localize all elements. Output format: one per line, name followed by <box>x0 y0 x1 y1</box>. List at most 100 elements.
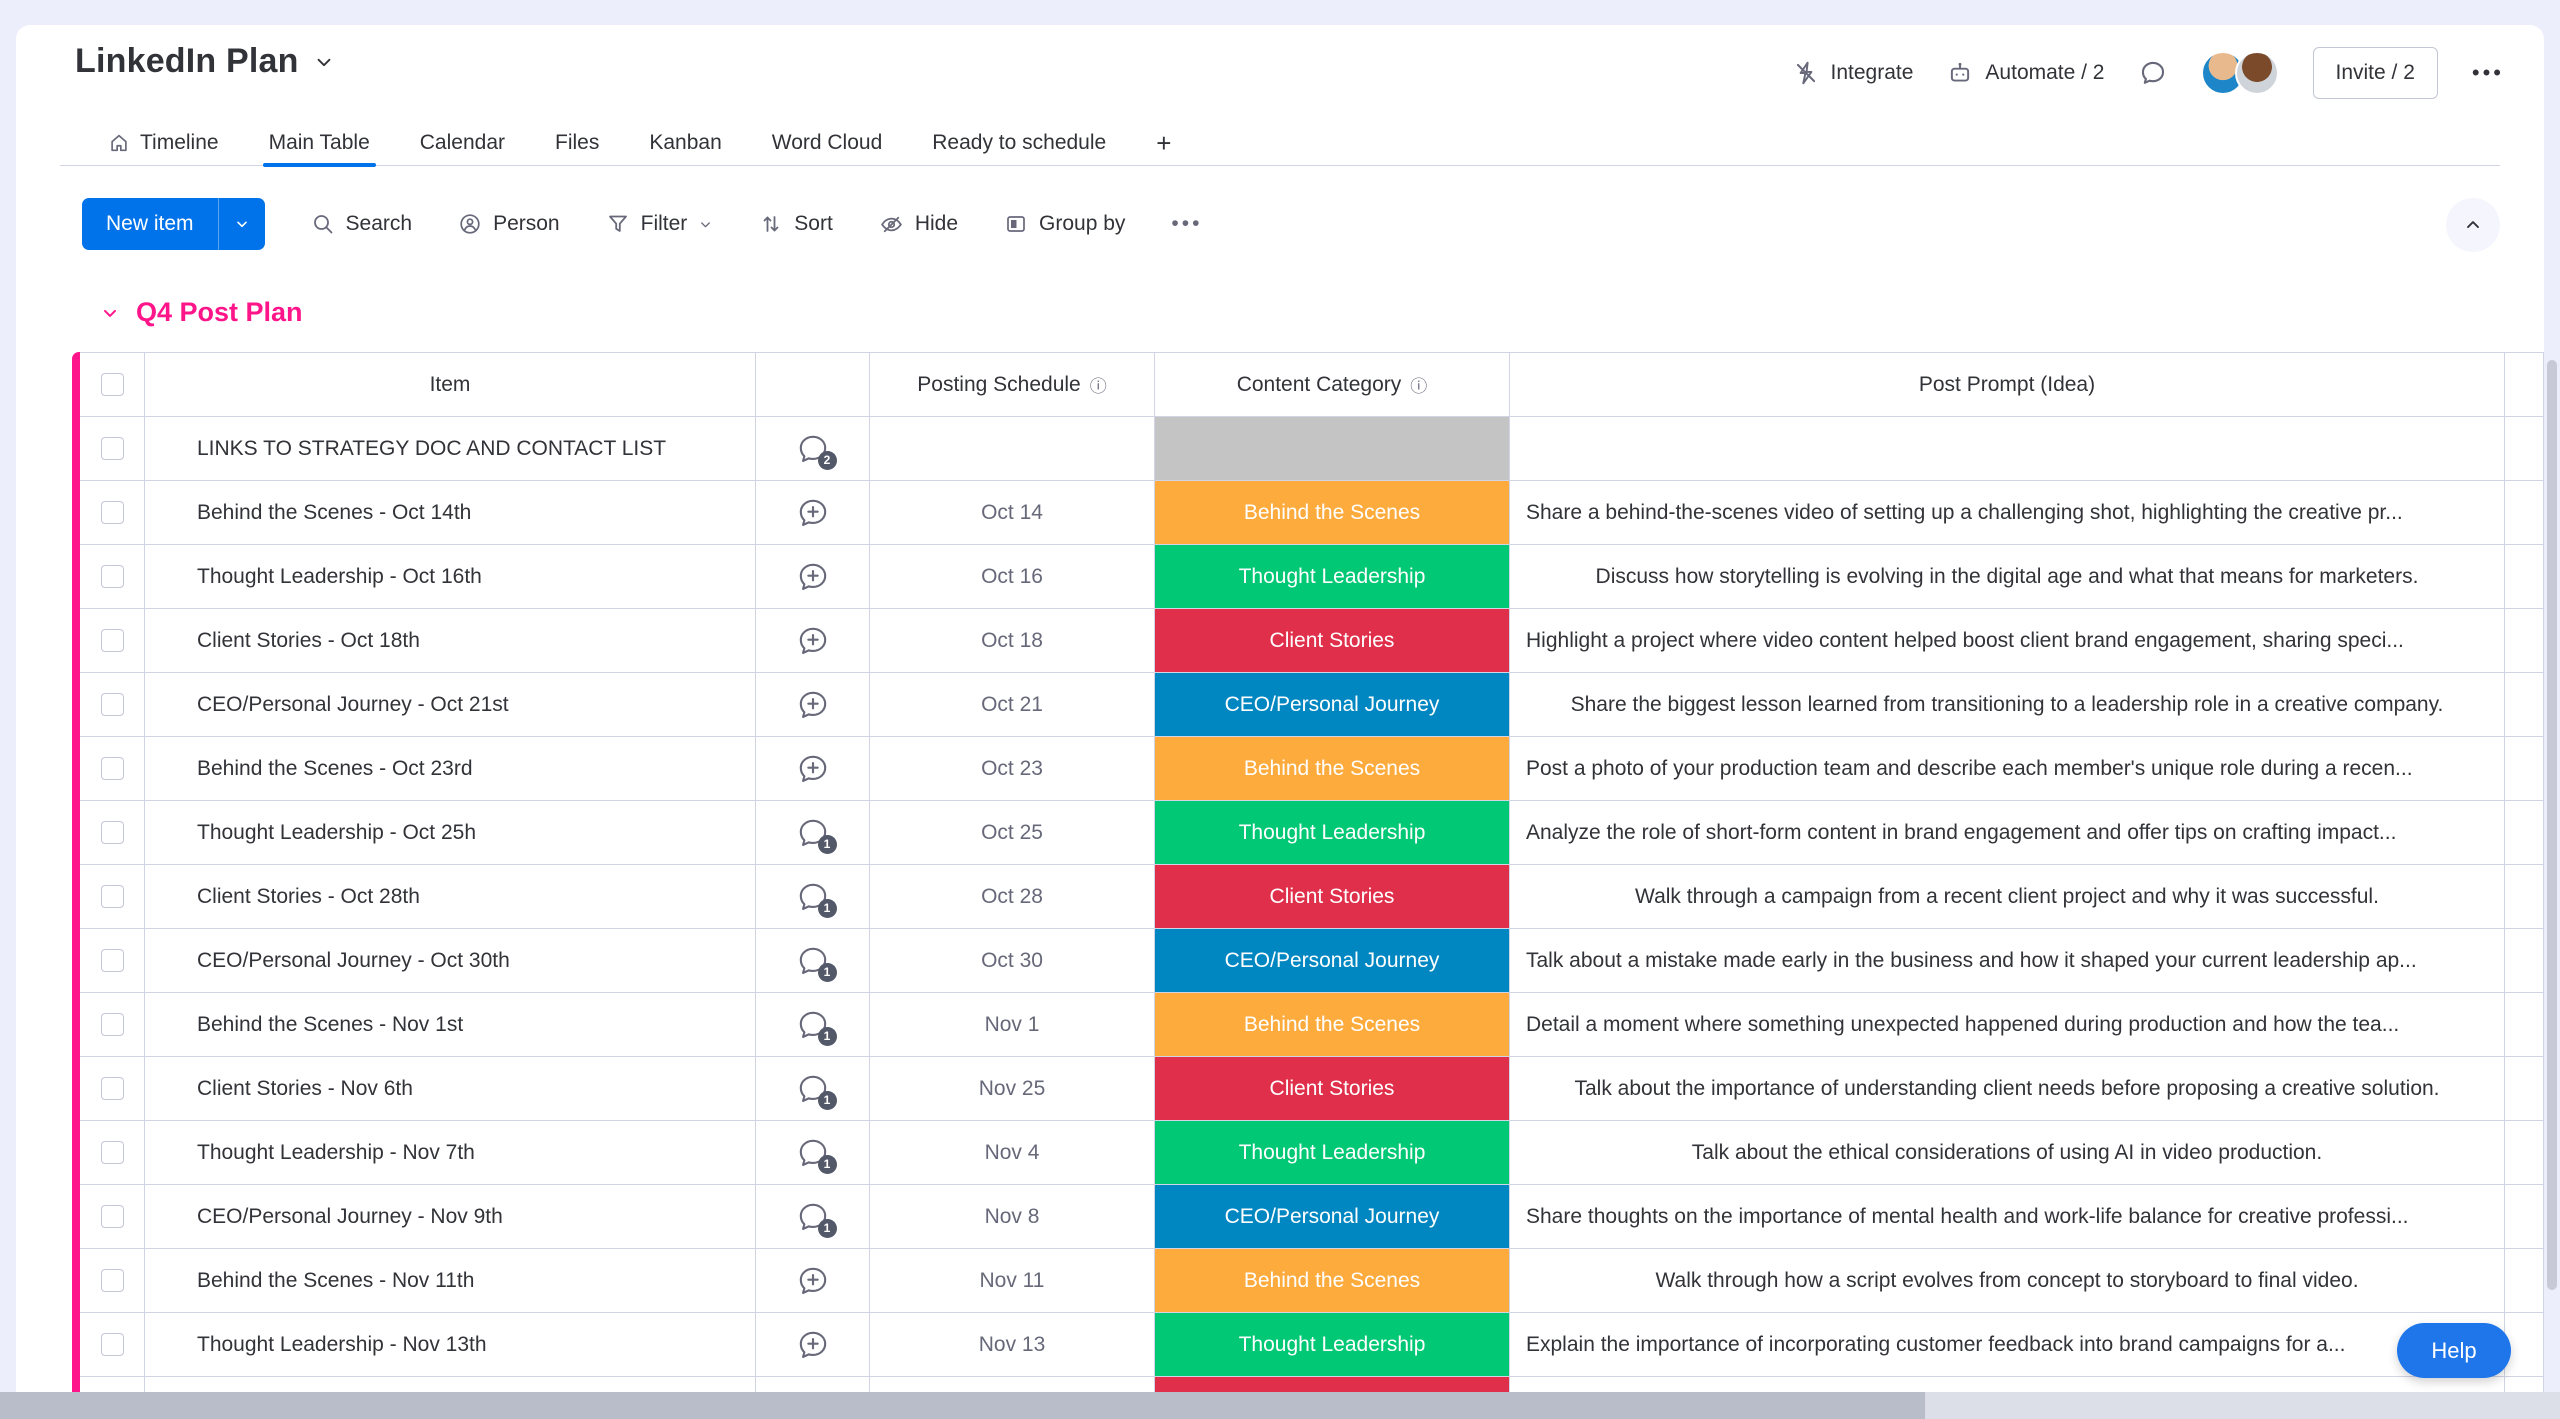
row-checkbox-cell[interactable] <box>80 545 145 608</box>
add-conversation-icon[interactable] <box>796 560 830 594</box>
post-prompt-cell[interactable]: Talk about the ethical considerations of… <box>1510 1121 2505 1184</box>
table-row[interactable]: Thought Leadership - Oct 16thOct 16Thoug… <box>80 545 2544 609</box>
post-prompt-cell[interactable]: Post a photo of your production team and… <box>1510 737 2505 800</box>
conversation-cell[interactable] <box>756 609 870 672</box>
tab-timeline[interactable]: Timeline <box>108 121 219 165</box>
table-row[interactable]: Client Stories - Nov 15thNov 6Client Sto… <box>80 1377 2544 1392</box>
add-conversation-icon[interactable] <box>796 752 830 786</box>
board-title-chevron-icon[interactable] <box>313 51 335 73</box>
conversation-cell[interactable]: 1 <box>756 1057 870 1120</box>
item-name-cell[interactable]: Client Stories - Nov 6th <box>145 1057 756 1120</box>
table-row[interactable]: Behind the Scenes - Nov 11th Nov 11Behind… <box>80 1249 2544 1313</box>
add-conversation-icon[interactable] <box>796 1328 830 1362</box>
new-item-dropdown-chevron-icon[interactable] <box>219 198 265 250</box>
row-checkbox-cell[interactable] <box>80 801 145 864</box>
row-checkbox[interactable] <box>101 1333 124 1356</box>
row-checkbox-cell[interactable] <box>80 417 145 480</box>
posting-schedule-cell[interactable]: Nov 11 <box>870 1249 1155 1312</box>
posting-schedule-cell[interactable]: Nov 8 <box>870 1185 1155 1248</box>
conversation-icon[interactable]: 1 <box>796 1136 830 1170</box>
conversation-cell[interactable]: 1 <box>756 865 870 928</box>
post-prompt-cell[interactable] <box>1510 417 2505 480</box>
content-category-cell[interactable]: Behind the Scenes <box>1155 993 1510 1056</box>
vertical-scrollbar-thumb[interactable] <box>2547 360 2557 1290</box>
posting-schedule-cell[interactable]: Oct 30 <box>870 929 1155 992</box>
row-checkbox[interactable] <box>101 885 124 908</box>
posting-schedule-cell[interactable]: Nov 13 <box>870 1313 1155 1376</box>
item-name-cell[interactable]: Client Stories - Oct 28th <box>145 865 756 928</box>
horizontal-scrollbar-track[interactable] <box>0 1392 2560 1419</box>
row-checkbox-cell[interactable] <box>80 1057 145 1120</box>
posting-schedule-cell[interactable]: Oct 28 <box>870 865 1155 928</box>
board-more-menu[interactable]: ••• <box>2472 60 2504 86</box>
row-checkbox-cell[interactable] <box>80 1249 145 1312</box>
content-category-cell[interactable]: Behind the Scenes <box>1155 1249 1510 1312</box>
row-checkbox[interactable] <box>101 1205 124 1228</box>
filter-chevron-icon[interactable] <box>698 217 713 232</box>
group-by-button[interactable]: Group by <box>1004 212 1125 236</box>
group-collapse-chevron-icon[interactable] <box>100 303 120 323</box>
select-all-checkbox-cell[interactable] <box>80 353 145 416</box>
content-category-cell[interactable]: Thought Leadership <box>1155 545 1510 608</box>
posting-schedule-cell[interactable]: Oct 23 <box>870 737 1155 800</box>
row-checkbox-cell[interactable] <box>80 1313 145 1376</box>
row-checkbox[interactable] <box>101 821 124 844</box>
post-prompt-cell[interactable]: Highlight a project where video content … <box>1510 609 2505 672</box>
row-checkbox[interactable] <box>101 1077 124 1100</box>
row-checkbox-cell[interactable] <box>80 993 145 1056</box>
conversation-cell[interactable] <box>756 673 870 736</box>
item-name-cell[interactable]: CEO/Personal Journey - Oct 21st <box>145 673 756 736</box>
conversation-cell[interactable] <box>756 481 870 544</box>
content-category-cell[interactable]: Thought Leadership <box>1155 1313 1510 1376</box>
conversation-icon[interactable]: 2 <box>796 432 830 466</box>
post-prompt-cell[interactable]: Detail a moment where something unexpect… <box>1510 993 2505 1056</box>
conversation-icon[interactable]: 1 <box>796 1200 830 1234</box>
board-members[interactable] <box>2201 51 2279 95</box>
person-filter-button[interactable]: Person <box>458 212 560 236</box>
table-row[interactable]: CEO/Personal Journey - Nov 9th1Nov 8CEO/… <box>80 1185 2544 1249</box>
post-prompt-cell[interactable]: Discuss how storytelling is evolving in … <box>1510 545 2505 608</box>
post-prompt-cell[interactable]: Share lessons learned from a project tha… <box>1510 1377 2505 1392</box>
posting-schedule-cell[interactable]: Nov 1 <box>870 993 1155 1056</box>
post-prompt-column-header[interactable]: Post Prompt (Idea) <box>1510 353 2505 416</box>
conversation-cell[interactable]: 1 <box>756 993 870 1056</box>
posting-schedule-cell[interactable]: Oct 21 <box>870 673 1155 736</box>
item-name-cell[interactable]: Behind the Scenes - Oct 14th <box>145 481 756 544</box>
posting-schedule-cell[interactable]: Nov 6 <box>870 1377 1155 1392</box>
post-prompt-cell[interactable]: Explain the importance of incorporating … <box>1510 1313 2505 1376</box>
row-checkbox[interactable] <box>101 437 124 460</box>
row-checkbox-cell[interactable] <box>80 1377 145 1392</box>
table-row[interactable]: Client Stories - Nov 6th1Nov 25Client St… <box>80 1057 2544 1121</box>
conversation-cell[interactable] <box>756 1313 870 1376</box>
posting-schedule-column-header[interactable]: Posting Scheduleⓘ <box>870 353 1155 416</box>
post-prompt-cell[interactable]: Walk through a campaign from a recent cl… <box>1510 865 2505 928</box>
add-conversation-icon[interactable] <box>796 496 830 530</box>
content-category-cell[interactable]: CEO/Personal Journey <box>1155 1185 1510 1248</box>
new-item-button[interactable]: New item <box>82 198 265 250</box>
table-row[interactable]: Client Stories - Oct 18thOct 18Client St… <box>80 609 2544 673</box>
table-row[interactable]: Thought Leadership - Oct 25h1Oct 25Thoug… <box>80 801 2544 865</box>
posting-schedule-cell[interactable]: Oct 14 <box>870 481 1155 544</box>
content-category-cell[interactable]: Client Stories <box>1155 609 1510 672</box>
item-name-cell[interactable]: Thought Leadership - Nov 13th <box>145 1313 756 1376</box>
item-name-cell[interactable]: Behind the Scenes - Nov 11th <box>145 1249 756 1312</box>
row-checkbox-cell[interactable] <box>80 929 145 992</box>
table-row[interactable]: CEO/Personal Journey - Oct 30th1Oct 30CE… <box>80 929 2544 993</box>
conversation-icon[interactable]: 1 <box>796 1072 830 1106</box>
row-checkbox-cell[interactable] <box>80 673 145 736</box>
posting-schedule-cell[interactable] <box>870 417 1155 480</box>
row-checkbox[interactable] <box>101 1013 124 1036</box>
content-category-cell[interactable]: Thought Leadership <box>1155 1121 1510 1184</box>
row-checkbox[interactable] <box>101 501 124 524</box>
search-button[interactable]: Search <box>311 212 413 236</box>
info-icon[interactable]: ⓘ <box>1410 372 1427 397</box>
conversation-cell[interactable] <box>756 545 870 608</box>
item-name-cell[interactable]: Client Stories - Nov 15th <box>145 1377 756 1392</box>
content-category-cell[interactable]: Client Stories <box>1155 1057 1510 1120</box>
conversation-cell[interactable] <box>756 1377 870 1392</box>
teammate-avatar-2[interactable] <box>2235 51 2279 95</box>
tab-kanban[interactable]: Kanban <box>649 121 721 165</box>
table-row[interactable]: Behind the Scenes - Oct 14thOct 14Behind… <box>80 481 2544 545</box>
add-view-button[interactable]: + <box>1156 121 1171 165</box>
add-conversation-icon[interactable] <box>796 1264 830 1298</box>
